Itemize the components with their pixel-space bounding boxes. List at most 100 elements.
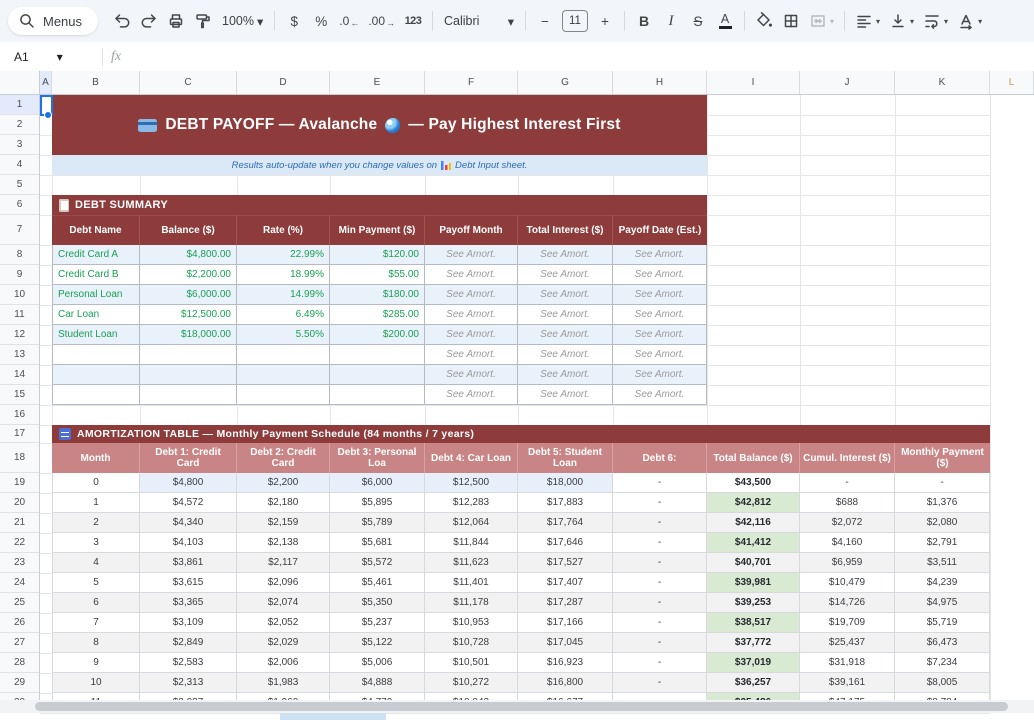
row-header-4[interactable]: 4 (0, 155, 39, 175)
amortization-cell[interactable]: $2,096 (237, 573, 330, 593)
row-header-15[interactable]: 15 (0, 385, 39, 405)
amortization-header-cell[interactable]: Debt 2: Credit Card (237, 443, 330, 473)
summary-cell[interactable]: 14.99% (237, 285, 330, 305)
amortization-cell[interactable]: 4 (52, 553, 140, 573)
amortization-cell[interactable]: $3,365 (140, 593, 237, 613)
summary-cell[interactable]: 22.99% (237, 245, 330, 265)
row-header-8[interactable]: 8 (0, 245, 39, 265)
row-header-17[interactable]: 17 (0, 425, 39, 443)
summary-cell[interactable] (330, 385, 425, 405)
row-header-20[interactable]: 20 (0, 493, 39, 513)
row-header-29[interactable]: 29 (0, 673, 39, 693)
amortization-cell[interactable]: $6,959 (800, 553, 895, 573)
row-header-2[interactable]: 2 (0, 115, 39, 135)
amortization-cell[interactable]: $688 (800, 493, 895, 513)
debt-summary-header[interactable]: DEBT SUMMARY (52, 195, 707, 215)
title-banner[interactable]: DEBT PAYOFF — Avalanche — Pay Highest In… (52, 95, 707, 155)
amortization-cell[interactable]: $3,109 (140, 613, 237, 633)
amortization-cell[interactable]: $5,719 (895, 613, 990, 633)
paint-format-button[interactable] (190, 8, 216, 34)
amortization-cell[interactable]: 10 (52, 673, 140, 693)
amortization-cell[interactable]: $2,006 (237, 653, 330, 673)
summary-cell[interactable]: See Amort. (518, 265, 613, 285)
column-header-J[interactable]: J (800, 71, 895, 94)
row-header-22[interactable]: 22 (0, 533, 39, 553)
amortization-cell[interactable]: $43,500 (707, 473, 800, 493)
amortization-cell[interactable]: $2,159 (237, 513, 330, 533)
amortization-cell[interactable]: - (613, 473, 707, 493)
row-header-26[interactable]: 26 (0, 613, 39, 633)
summary-cell[interactable]: 6.49% (237, 305, 330, 325)
amortization-cell[interactable]: $40,701 (707, 553, 800, 573)
amortization-cell[interactable]: $6,473 (895, 633, 990, 653)
amortization-cell[interactable]: $17,764 (518, 513, 613, 533)
amortization-cell[interactable]: $4,975 (895, 593, 990, 613)
amortization-cell[interactable]: 8 (52, 633, 140, 653)
amortization-cell[interactable]: $4,340 (140, 513, 237, 533)
borders-button[interactable] (778, 8, 804, 34)
amortization-cell[interactable]: $2,849 (140, 633, 237, 653)
column-header-C[interactable]: C (140, 71, 237, 94)
amortization-cell[interactable]: $12,064 (425, 513, 518, 533)
summary-cell[interactable]: $4,800.00 (140, 245, 237, 265)
format-currency-button[interactable]: $ (281, 8, 307, 34)
row-header-13[interactable]: 13 (0, 345, 39, 365)
amortization-cell[interactable]: 0 (52, 473, 140, 493)
text-rotation-button[interactable]: ▾ (953, 8, 986, 34)
summary-cell[interactable] (237, 385, 330, 405)
column-header-E[interactable]: E (330, 71, 425, 94)
amortization-cell[interactable]: $3,615 (140, 573, 237, 593)
amortization-cell[interactable]: - (613, 493, 707, 513)
amortization-cell[interactable]: - (613, 553, 707, 573)
summary-cell[interactable]: See Amort. (425, 385, 518, 405)
font-select[interactable]: Calibri ▾ (439, 8, 519, 34)
row-header-12[interactable]: 12 (0, 325, 39, 345)
amortization-cell[interactable]: 3 (52, 533, 140, 553)
column-header-A[interactable]: A (40, 71, 52, 94)
summary-cell[interactable]: See Amort. (425, 245, 518, 265)
summary-cell[interactable]: See Amort. (518, 385, 613, 405)
horizontal-scrollbar-thumb[interactable] (35, 702, 1008, 711)
amortization-cell[interactable]: - (613, 513, 707, 533)
amortization-cell[interactable]: $2,080 (895, 513, 990, 533)
amortization-cell[interactable]: $42,812 (707, 493, 800, 513)
summary-cell[interactable] (140, 385, 237, 405)
amortization-cell[interactable]: $17,527 (518, 553, 613, 573)
summary-cell[interactable]: $12,500.00 (140, 305, 237, 325)
amortization-cell[interactable]: - (613, 593, 707, 613)
summary-cell[interactable]: $18,000.00 (140, 325, 237, 345)
amortization-cell[interactable]: $10,272 (425, 673, 518, 693)
amortization-cell[interactable]: $2,313 (140, 673, 237, 693)
row-header-27[interactable]: 27 (0, 633, 39, 653)
amortization-cell[interactable]: $2,029 (237, 633, 330, 653)
summary-header-cell[interactable]: Total Interest ($) (518, 215, 613, 245)
amortization-header-cell[interactable]: Total Balance ($) (707, 443, 800, 473)
amortization-cell[interactable]: $5,895 (330, 493, 425, 513)
summary-cell[interactable]: See Amort. (425, 345, 518, 365)
summary-cell[interactable]: Student Loan (52, 325, 140, 345)
summary-cell[interactable]: $285.00 (330, 305, 425, 325)
amortization-cell[interactable]: $2,791 (895, 533, 990, 553)
summary-cell[interactable]: See Amort. (613, 325, 707, 345)
amortization-cell[interactable]: $6,000 (330, 473, 425, 493)
amortization-cell[interactable]: $11,178 (425, 593, 518, 613)
fill-handle[interactable] (44, 111, 52, 119)
summary-header-cell[interactable]: Payoff Month (425, 215, 518, 245)
amortization-cell[interactable]: $3,511 (895, 553, 990, 573)
decrease-font-size-button[interactable]: − (532, 8, 558, 34)
amortization-cell[interactable]: - (613, 533, 707, 553)
amortization-cell[interactable]: $16,800 (518, 673, 613, 693)
row-header-23[interactable]: 23 (0, 553, 39, 573)
row-header-24[interactable]: 24 (0, 573, 39, 593)
font-size-input[interactable]: 11 (562, 10, 588, 32)
amortization-header-cell[interactable]: Debt 3: Personal Loa (330, 443, 425, 473)
amortization-cell[interactable]: - (613, 673, 707, 693)
amortization-cell[interactable]: $2,074 (237, 593, 330, 613)
vertical-align-button[interactable]: ▾ (885, 8, 918, 34)
amortization-cell[interactable]: $11,401 (425, 573, 518, 593)
amortization-cell[interactable]: $2,117 (237, 553, 330, 573)
summary-cell[interactable] (237, 365, 330, 385)
amortization-cell[interactable]: $7,234 (895, 653, 990, 673)
amortization-cell[interactable]: $2,583 (140, 653, 237, 673)
summary-cell[interactable]: See Amort. (518, 365, 613, 385)
